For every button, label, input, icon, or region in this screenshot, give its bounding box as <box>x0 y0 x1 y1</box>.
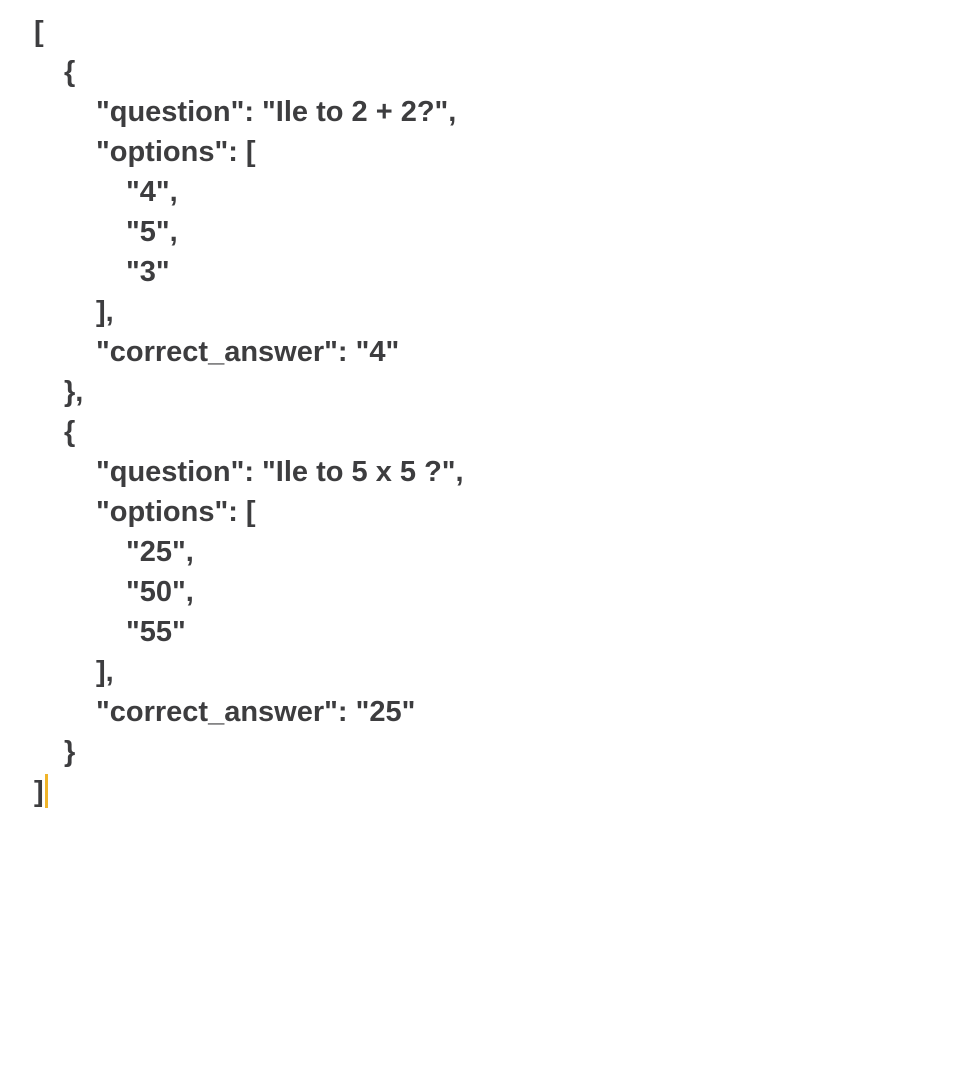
code-line: { <box>64 416 76 448</box>
code-line: ], <box>96 296 114 328</box>
text-editor[interactable]: [ { "question": "Ile to 2 + 2?", "option… <box>0 0 960 1066</box>
text-caret <box>44 774 48 809</box>
code-line: "5", <box>126 216 178 248</box>
code-line: "correct_answer": "25" <box>96 696 416 728</box>
code-line: "question": "Ile to 2 + 2?", <box>96 96 457 128</box>
code-line: "correct_answer": "4" <box>96 336 400 368</box>
code-line: "question": "Ile to 5 x 5 ?", <box>96 456 464 488</box>
code-line: "25", <box>126 536 194 568</box>
code-line: "55" <box>126 616 186 648</box>
code-line-text: ] <box>34 776 44 808</box>
code-line: { <box>64 56 76 88</box>
code-line: [ <box>34 16 44 48</box>
code-line-last: ] <box>0 772 960 812</box>
code-line: "3" <box>126 256 170 288</box>
code-line: }, <box>64 376 84 408</box>
code-line: } <box>64 736 76 768</box>
code-line: "options": [ <box>96 136 256 168</box>
code-line: "50", <box>126 576 194 608</box>
code-line: "4", <box>126 176 178 208</box>
code-line: ], <box>96 656 114 688</box>
code-line: "options": [ <box>96 496 256 528</box>
